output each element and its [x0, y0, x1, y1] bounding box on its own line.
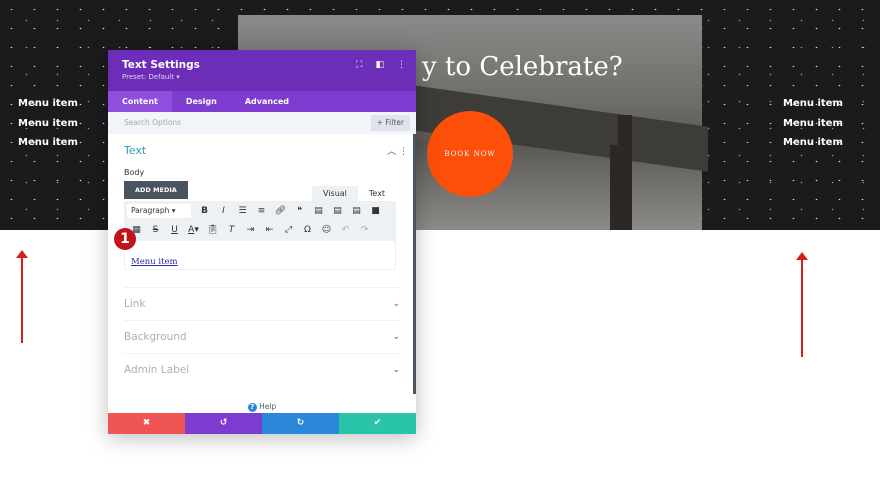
editor-mode-tabs: Visual Text [312, 186, 396, 201]
left-menu: Menu item Menu item Menu item [18, 94, 78, 153]
cancel-button[interactable]: ✖ [108, 413, 185, 434]
section-label: Background [124, 331, 187, 343]
menu-item[interactable]: Menu item [783, 94, 843, 114]
chevron-down-icon: ⌄ [392, 332, 400, 342]
omega-icon[interactable]: Ω [298, 225, 317, 235]
editor-toolbar: Paragraph ▾ B I ☰ ≡ 🔗︎ ❝ ▤ ▤ ▤ ■ ▦ S U A▾ 📋︎ T ⇥ ⇤ ⤢ Ω ☺ ↶ ↷ [124, 201, 396, 240]
clear-format-icon[interactable]: T [222, 225, 241, 235]
body-label: Body [124, 168, 145, 177]
tab-advanced[interactable]: Advanced [231, 91, 303, 112]
tab-visual[interactable]: Visual [312, 186, 358, 201]
menu-item[interactable]: Menu item [18, 133, 78, 153]
paste-icon[interactable]: 📋︎ [203, 225, 222, 235]
underline-icon[interactable]: U [165, 225, 184, 235]
menu-item[interactable]: Menu item [783, 133, 843, 153]
chevron-up-icon[interactable]: ︿ ⋮ [387, 144, 408, 157]
bold-icon[interactable]: B [195, 206, 214, 216]
undo-icon[interactable]: ↶ [336, 225, 355, 235]
numbered-list-icon[interactable]: ≡ [252, 206, 271, 216]
split-view-icon[interactable]: ◧ [375, 60, 384, 70]
section-label: Link [124, 298, 146, 310]
quote-icon[interactable]: ❝ [290, 206, 309, 216]
align-left-icon[interactable]: ▤ [309, 206, 328, 216]
admin-label-section[interactable]: Admin Label ⌄ [124, 353, 400, 385]
fullscreen-icon[interactable]: ⤢ [279, 225, 298, 235]
justify-icon[interactable]: ■ [366, 206, 385, 216]
help-link[interactable]: ? Help [108, 402, 416, 412]
help-icon: ? [247, 403, 257, 412]
paragraph-value: Paragraph [131, 205, 170, 215]
more-icon[interactable]: ⋮ [397, 60, 406, 70]
preset-dropdown[interactable]: Preset: Default ▾ [122, 73, 402, 81]
tab-text[interactable]: Text [358, 186, 396, 201]
paragraph-select[interactable]: Paragraph ▾ [127, 203, 191, 218]
strikethrough-icon[interactable]: S [146, 225, 165, 235]
menu-item[interactable]: Menu item [18, 114, 78, 134]
editor-content-area[interactable]: Menu item [124, 240, 396, 270]
book-now-button[interactable]: BOOK NOW [427, 111, 513, 197]
text-color-icon[interactable]: A▾ [184, 225, 203, 235]
section-title: Text [124, 144, 147, 157]
arrow-up-icon [16, 250, 28, 343]
step-badge: 1 [114, 228, 136, 250]
redo-button[interactable]: ↻ [262, 413, 339, 434]
section-label: Admin Label [124, 364, 190, 376]
table-leg [618, 115, 632, 230]
modal-footer: ✖ ↺ ↻ ✔ [108, 413, 416, 434]
chevron-down-icon: ⌄ [392, 299, 400, 309]
modal-tabs: Content Design Advanced [108, 91, 416, 112]
text-section-toggle[interactable]: Text ︿ ⋮ [124, 144, 408, 157]
undo-button[interactable]: ↺ [185, 413, 262, 434]
filter-button[interactable]: + Filter [370, 115, 410, 131]
menu-item[interactable]: Menu item [783, 114, 843, 134]
indent-icon[interactable]: ⇥ [241, 225, 260, 235]
link-icon[interactable]: 🔗︎ [271, 206, 290, 216]
background-section[interactable]: Background ⌄ [124, 320, 400, 352]
search-placeholder: Search Options [124, 118, 182, 127]
scrollbar[interactable] [413, 134, 416, 394]
hero-headline: y to Celebrate? [422, 52, 623, 82]
editor-link-text[interactable]: Menu item [131, 257, 178, 267]
italic-icon[interactable]: I [214, 206, 233, 216]
outdent-icon[interactable]: ⇤ [260, 225, 279, 235]
link-section[interactable]: Link ⌄ [124, 287, 400, 319]
tab-content[interactable]: Content [108, 91, 172, 112]
menu-item[interactable]: Menu item [18, 94, 78, 114]
emoji-icon[interactable]: ☺ [317, 225, 336, 235]
help-label: Help [259, 402, 277, 411]
chevron-down-icon: ⌄ [392, 365, 400, 375]
modal-header: Text Settings Preset: Default ▾ ⛶ ◧ ⋮ [108, 50, 416, 91]
align-right-icon[interactable]: ▤ [347, 206, 366, 216]
add-media-button[interactable]: ADD MEDIA [124, 181, 188, 199]
fullscreen-icon[interactable]: ⛶ [356, 60, 362, 70]
align-center-icon[interactable]: ▤ [328, 206, 347, 216]
redo-icon[interactable]: ↷ [355, 225, 374, 235]
arrow-up-icon [796, 252, 808, 357]
search-options-input[interactable]: Search Options + Filter [108, 112, 416, 134]
bullet-list-icon[interactable]: ☰ [233, 206, 252, 216]
right-menu: Menu item Menu item Menu item [783, 94, 843, 153]
save-button[interactable]: ✔ [339, 413, 416, 434]
tab-design[interactable]: Design [172, 91, 231, 112]
